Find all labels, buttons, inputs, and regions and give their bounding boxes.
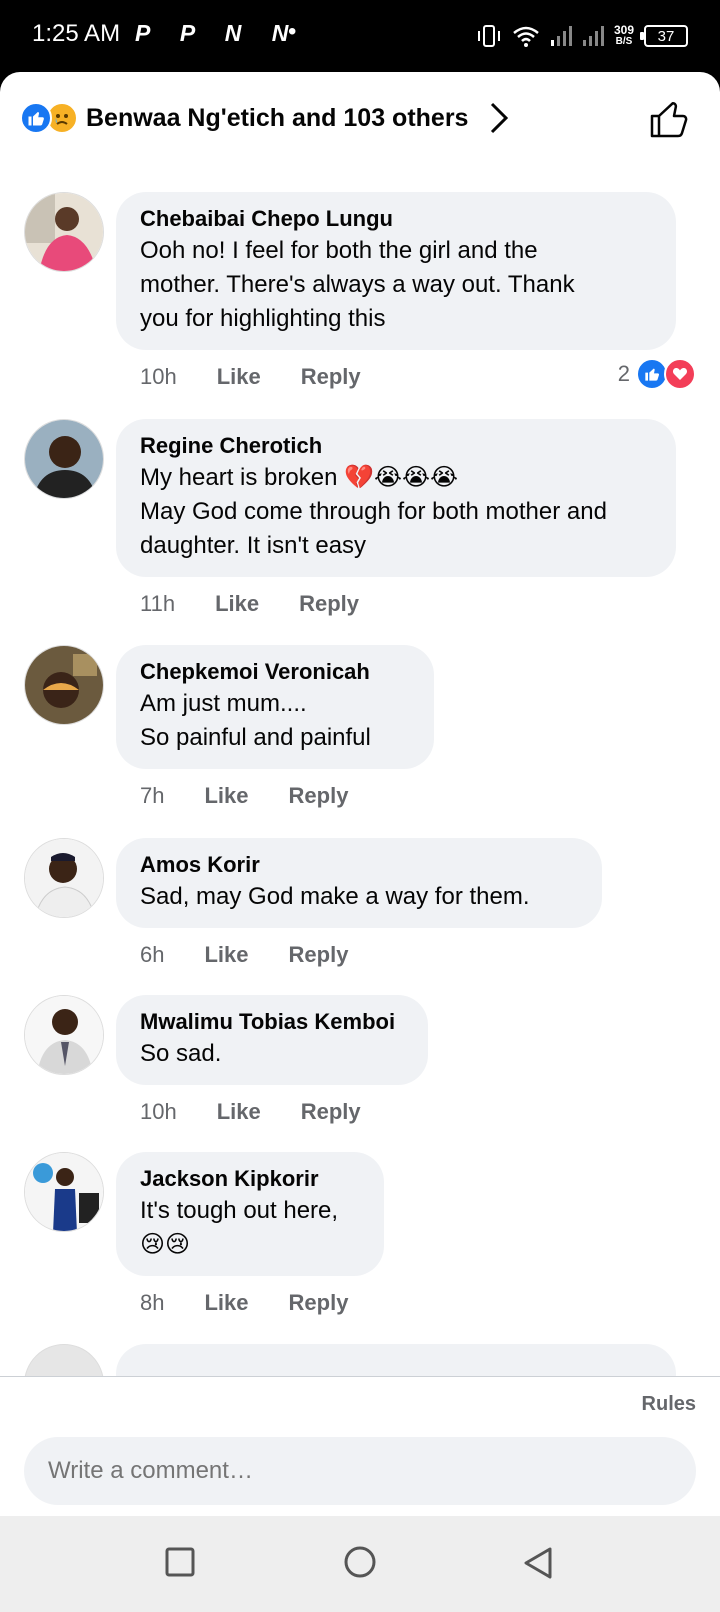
comment-bubble[interactable]: Mwalimu Tobias Kemboi So sad. (116, 995, 428, 1085)
comment-bubble[interactable]: Chebaibai Chepo Lungu Ooh no! I feel for… (116, 192, 676, 350)
comment-actions: 7h Like Reply (140, 783, 348, 809)
signal-icon-2 (582, 26, 604, 46)
reply-button[interactable]: Reply (289, 783, 349, 809)
comment-author[interactable]: Amos Korir (140, 850, 578, 880)
reaction-count: 2 (617, 361, 630, 386)
comment-actions: 10h Like Reply (140, 1099, 361, 1125)
reply-button[interactable]: Reply (301, 1099, 361, 1125)
comment-author[interactable]: Chepkemoi Veronicah (140, 657, 410, 687)
avatar[interactable] (24, 192, 104, 272)
like-button[interactable]: Like (204, 942, 248, 968)
status-app-notifications: P P N N (135, 20, 301, 46)
net-speed-unit: B/S (615, 36, 633, 47)
avatar[interactable] (24, 1152, 104, 1232)
comment-author[interactable]: Mwalimu Tobias Kemboi (140, 1007, 404, 1037)
reply-button[interactable]: Reply (299, 591, 359, 617)
chevron-right-icon[interactable] (488, 101, 510, 135)
recent-apps-icon[interactable] (164, 1546, 196, 1578)
comment-actions: 6h Like Reply (140, 942, 348, 968)
comment-actions: 8h Like Reply (140, 1290, 348, 1316)
comment-bubble[interactable]: Jackson Kipkorir It's tough out here, 😢😢 (116, 1152, 384, 1276)
comments-sheet: Benwaa Ng'etich and 103 others Chebaibai… (0, 72, 720, 1516)
battery-icon: 37 (640, 25, 688, 47)
comment-reactions[interactable]: 2 (618, 358, 696, 390)
comment-composer: Rules (0, 1376, 720, 1516)
network-speed: 309 B/S (613, 23, 634, 47)
back-icon[interactable] (522, 1546, 554, 1582)
status-more-dot: • (288, 18, 297, 45)
rules-link[interactable]: Rules (642, 1393, 696, 1416)
like-button[interactable]: Like (215, 591, 259, 617)
comment-time: 8h (140, 1290, 165, 1315)
comment-text: Am just mum.... So painful and painful (140, 690, 371, 751)
home-icon[interactable] (342, 1546, 378, 1582)
comment-bubble[interactable]: Amos Korir Sad, may God make a way for t… (116, 838, 602, 928)
comment-time: 10h (140, 364, 177, 389)
comment-bubble[interactable]: Chepkemoi Veronicah Am just mum.... So p… (116, 645, 434, 769)
like-button[interactable]: Like (204, 1290, 248, 1316)
signal-icon-1 (550, 26, 572, 46)
reactions-summary[interactable]: Benwaa Ng'etich and 103 others (20, 96, 700, 140)
comment-author[interactable]: Chebaibai Chepo Lungu (140, 204, 652, 234)
comment-author[interactable]: Regine Cherotich (140, 431, 652, 461)
comment-text: Sad, may God make a way for them. (140, 883, 530, 910)
avatar[interactable] (24, 995, 104, 1075)
comment-text: My heart is broken 💔😭😭😭 May God come thr… (140, 464, 607, 559)
net-speed-value: 309 (613, 23, 634, 37)
comment-text: It's tough out here, 😢😢 (140, 1197, 339, 1258)
reply-button[interactable]: Reply (301, 364, 361, 390)
comment-time: 6h (140, 942, 165, 967)
comment-text: So sad. (140, 1040, 222, 1067)
status-bar: 1:25 AM P P N N • 309 B/S 37 (0, 0, 720, 72)
write-comment-input[interactable] (24, 1437, 696, 1505)
like-button[interactable]: Like (204, 783, 248, 809)
vibrate-icon (477, 25, 500, 47)
like-button[interactable]: Like (217, 1099, 261, 1125)
avatar[interactable] (24, 645, 104, 725)
avatar[interactable] (24, 838, 104, 918)
reply-button[interactable]: Reply (289, 1290, 349, 1316)
like-button[interactable]: Like (217, 364, 261, 390)
reactors-text[interactable]: Benwaa Ng'etich and 103 others (86, 104, 468, 133)
status-time: 1:25 AM (32, 20, 121, 47)
system-navigation-bar (0, 1516, 720, 1612)
wifi-icon (513, 26, 539, 47)
avatar[interactable] (24, 419, 104, 499)
battery-level: 37 (657, 27, 675, 45)
comment-text: Ooh no! I feel for both the girl and the… (140, 237, 575, 332)
comment-time: 7h (140, 783, 165, 808)
status-indicators: 309 B/S 37 (476, 18, 688, 54)
comment-actions: 10h Like Reply (140, 364, 361, 390)
like-outline-icon[interactable] (648, 98, 690, 140)
like-reaction-icon (20, 102, 52, 134)
comment-bubble[interactable]: Regine Cherotich My heart is broken 💔😭😭😭… (116, 419, 676, 577)
comment-time: 10h (140, 1099, 177, 1124)
comment-time: 11h (140, 591, 176, 616)
reply-button[interactable]: Reply (289, 942, 349, 968)
comment-author[interactable]: Jackson Kipkorir (140, 1164, 360, 1194)
comment-actions: 11h Like Reply (140, 591, 359, 617)
love-reaction-icon (664, 358, 696, 390)
